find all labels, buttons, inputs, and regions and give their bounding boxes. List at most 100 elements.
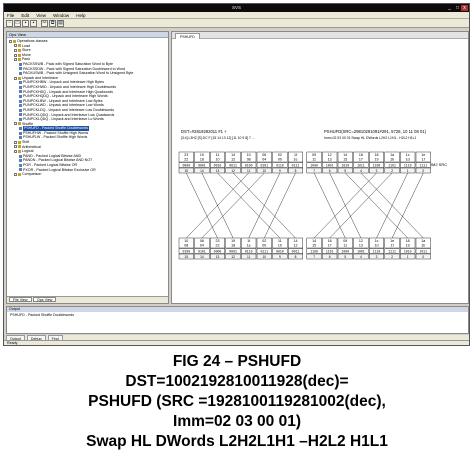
caption-line-4: Imm=02 03 00 01) xyxy=(173,413,301,430)
title-bar[interactable]: SVS _ □ x xyxy=(4,4,469,12)
tab-ops-view[interactable]: Ops View xyxy=(33,297,57,302)
bit-pattern: 1100 xyxy=(310,249,318,253)
open-icon[interactable]: ▭ xyxy=(14,20,21,27)
paste-icon[interactable]: ▤ xyxy=(57,20,64,27)
expand-toggle-icon[interactable] xyxy=(14,122,17,126)
status-bar: Ready xyxy=(4,340,469,345)
bit-pattern: 1101 xyxy=(388,163,396,167)
cell-value-high: 16 xyxy=(328,239,332,243)
caption-line-5: Swap HL DWords L2H2L1H1 –H2L2 H1L1 xyxy=(86,433,388,450)
tree-item-label: Comparison xyxy=(22,172,42,177)
expand-toggle-icon[interactable] xyxy=(14,44,17,48)
maximize-button[interactable]: □ xyxy=(454,5,461,11)
cell-value-low: 12 xyxy=(231,158,235,162)
copy-icon[interactable]: ⧉ xyxy=(49,20,56,27)
cell-value-high: 06 xyxy=(262,153,266,157)
save-all-icon[interactable]: ▪ xyxy=(30,20,37,27)
cell-value-high: 02 xyxy=(262,239,266,243)
instruction-icon xyxy=(19,163,22,167)
expand-toggle-icon[interactable] xyxy=(14,48,17,52)
tab-pshufd[interactable]: PSHUFD xyxy=(175,33,200,39)
cell-value-high: 11 xyxy=(278,239,282,243)
expand-toggle-icon[interactable] xyxy=(9,39,12,43)
byte-index: 9 xyxy=(279,169,281,173)
cell-value-high: 09 xyxy=(343,239,347,243)
instruction-icon xyxy=(19,136,22,140)
byte-index: 13 xyxy=(216,169,220,173)
cut-icon[interactable]: ✂ xyxy=(41,20,48,27)
expand-toggle-icon[interactable] xyxy=(14,150,17,154)
shuffle-wire xyxy=(391,172,424,239)
byte-index: 12 xyxy=(231,169,235,173)
expand-toggle-icon[interactable] xyxy=(14,58,17,62)
instruction-icon xyxy=(19,108,22,112)
byte-index: 0 xyxy=(422,169,424,173)
cell-value-low: 10 xyxy=(278,244,282,248)
ops-view-panel: Ops View Operations classes Load Store Move… xyxy=(6,31,169,304)
byte-index: 13 xyxy=(216,255,220,259)
bit-pattern: 1011 xyxy=(357,163,365,167)
byte-index: 3 xyxy=(376,169,378,173)
cell-value-high: 16 xyxy=(359,153,363,157)
bit-pattern: 0100 xyxy=(182,249,190,253)
byte-index: 1 xyxy=(407,169,409,173)
cell-value-low: 1f xyxy=(422,158,425,162)
cell-value-high: 18 xyxy=(406,239,410,243)
expand-toggle-icon[interactable] xyxy=(14,173,17,177)
expand-toggle-icon[interactable] xyxy=(14,76,17,80)
menu-window[interactable]: Window xyxy=(50,12,72,18)
source-register-row: 2322000015191800011411100010131412001112… xyxy=(178,151,431,174)
instruction-icon xyxy=(19,94,22,98)
byte-index: 10 xyxy=(263,169,267,173)
cell-value-low: 1e xyxy=(294,158,298,162)
bit-pattern: 0101 xyxy=(260,163,268,167)
expand-toggle-icon[interactable] xyxy=(14,140,17,144)
bit-pattern: 1101 xyxy=(326,249,334,253)
caption-line-1: FIG 24 – PSHUFD xyxy=(172,353,302,370)
expand-toggle-icon[interactable] xyxy=(14,53,17,57)
minimize-button[interactable]: _ xyxy=(446,5,453,11)
cell-value-low: 1d xyxy=(406,158,410,162)
destination-register-row: 1008010015060401011423220000131918000112… xyxy=(178,237,431,260)
cell-value-high: 1a xyxy=(390,153,394,157)
menu-edit[interactable]: Edit xyxy=(18,12,32,18)
operations-tree[interactable]: Operations classes Load Store Move Pack PACKS… xyxy=(7,39,168,295)
menu-file[interactable]: File xyxy=(4,12,17,18)
cell-value-high: 12 xyxy=(359,239,363,243)
cell-value-low: 1b xyxy=(421,244,425,248)
shuffle-wire xyxy=(232,172,296,239)
byte-index: 1 xyxy=(407,255,409,259)
new-icon[interactable]: ▫ xyxy=(6,20,13,27)
tab-file-view[interactable]: File View xyxy=(9,297,32,302)
bit-pattern: 1001 xyxy=(326,163,334,167)
byte-index: 5 xyxy=(344,255,346,259)
bit-pattern: 0001 xyxy=(198,163,206,167)
cell-value-low: 1d xyxy=(375,244,379,248)
cell-value-low: 00 xyxy=(278,158,282,162)
left-panel-tabs: File View Ops View xyxy=(7,296,168,303)
folder-icon xyxy=(18,53,21,57)
bit-pattern: 1010 xyxy=(404,249,412,253)
cell-value-low: 19 xyxy=(375,158,379,162)
byte-index: 4 xyxy=(360,255,362,259)
instruction-icon xyxy=(19,168,22,172)
cell-value-high: 14 xyxy=(231,153,235,157)
menu-view[interactable]: View xyxy=(33,12,49,18)
bit-pattern: 0101 xyxy=(198,249,206,253)
cell-value-low: 19 xyxy=(406,244,410,248)
tree-item[interactable]: Comparison xyxy=(7,172,168,177)
instruction-icon xyxy=(19,67,22,71)
folder-icon xyxy=(18,48,21,52)
close-button[interactable]: x xyxy=(461,5,468,11)
cell-value-high: 23 xyxy=(184,153,188,157)
menu-help[interactable]: Help xyxy=(73,12,88,18)
cell-value-low: 1e xyxy=(247,244,251,248)
save-icon[interactable]: ▪ xyxy=(22,20,29,27)
cell-value-low: 17 xyxy=(328,244,332,248)
cell-value-high: 10 xyxy=(247,153,251,157)
cell-value-low: 22 xyxy=(184,158,188,162)
byte-index: 14 xyxy=(200,255,204,259)
cell-value-low: 1f xyxy=(391,244,394,248)
expand-toggle-icon[interactable] xyxy=(14,145,17,149)
bit-pattern: 0001 xyxy=(229,249,237,253)
